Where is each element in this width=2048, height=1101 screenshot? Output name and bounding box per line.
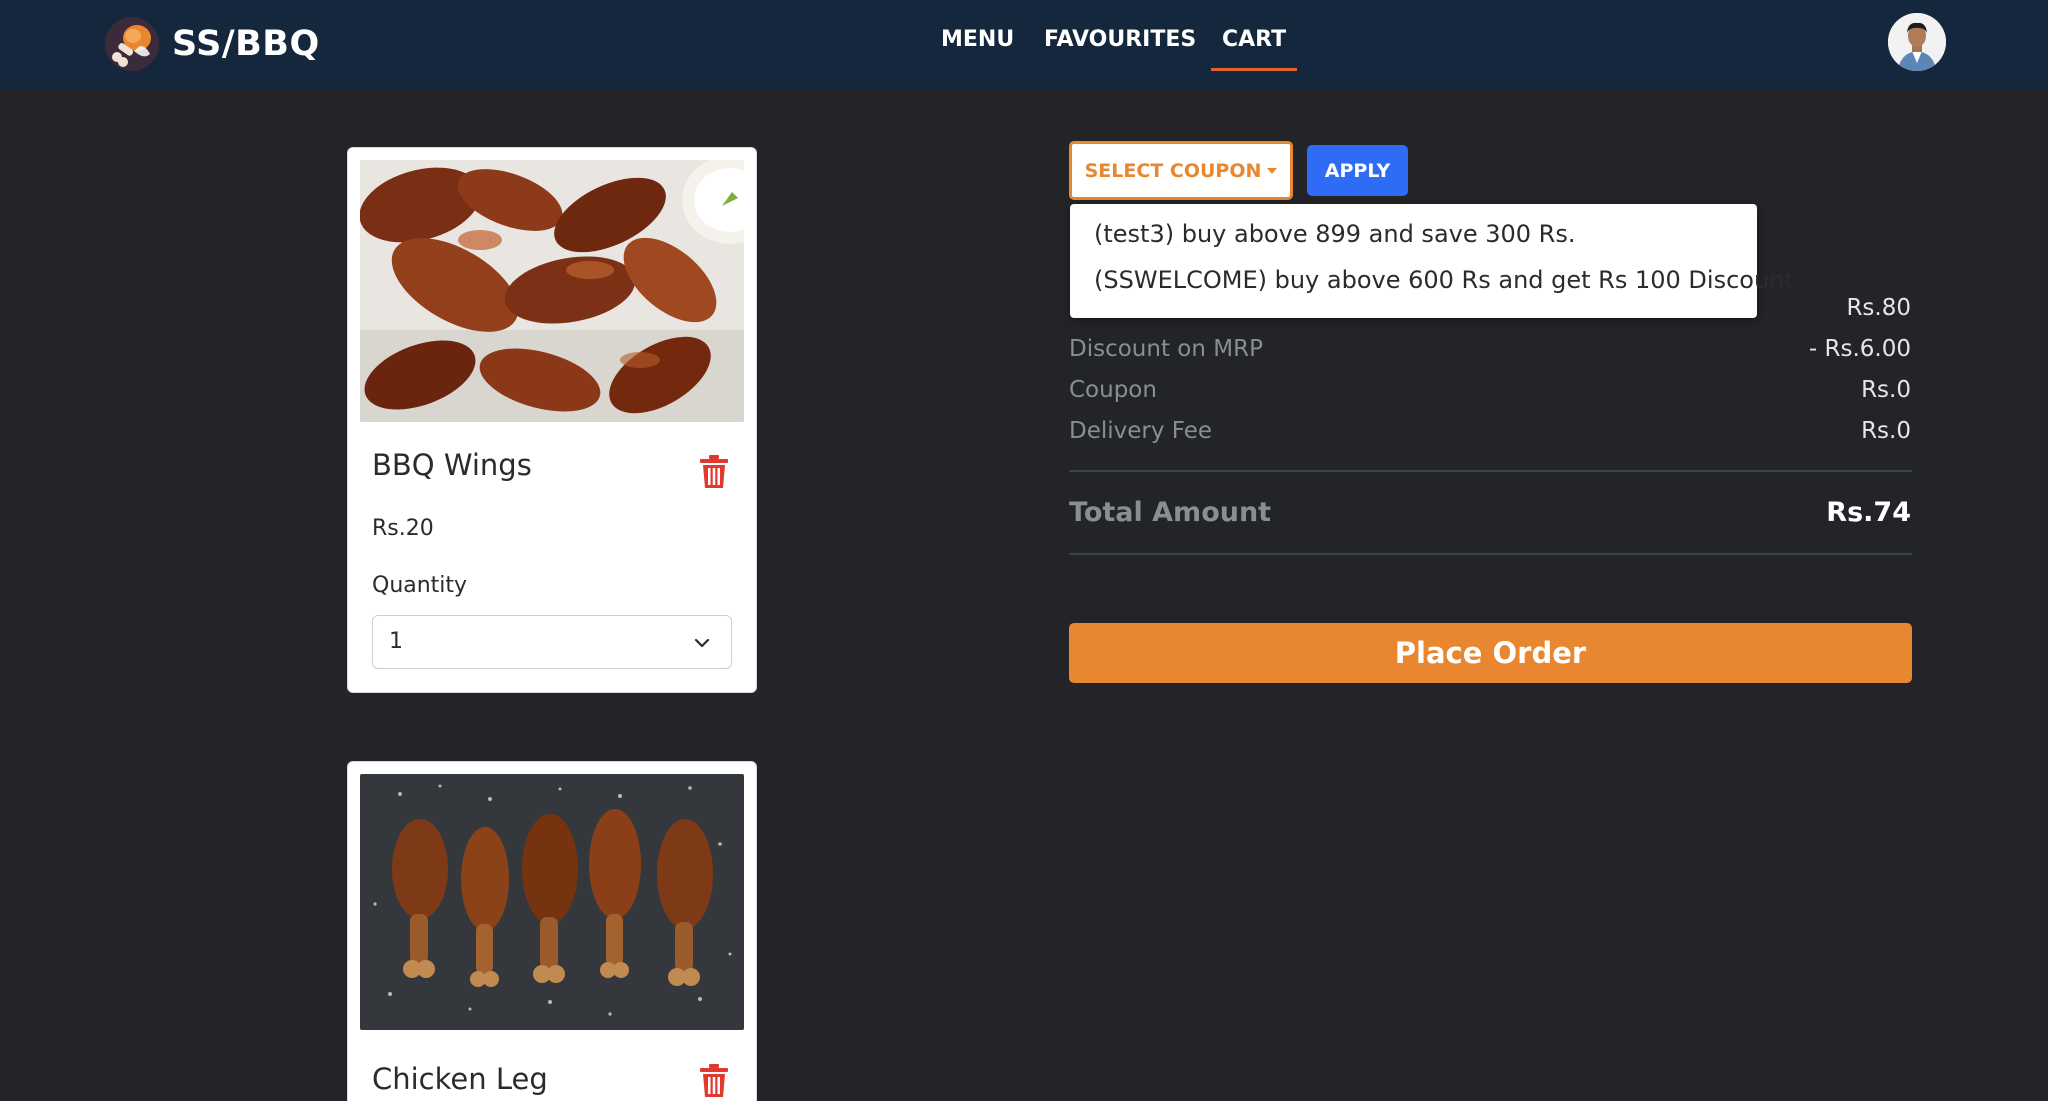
item-title: Chicken Leg [372,1062,548,1096]
coupon-dropdown-menu: (test3) buy above 899 and save 300 Rs. (… [1070,204,1794,318]
coupon-option[interactable]: (test3) buy above 899 and save 300 Rs. [1094,220,1576,248]
select-coupon-label: SELECT COUPON [1084,159,1262,182]
select-coupon-button[interactable]: SELECT COUPON [1069,141,1293,200]
item-image [360,774,744,1030]
chicken-leg-image [360,774,744,1030]
brand[interactable]: SS/BBQ [104,14,320,74]
bbq-wings-image [360,160,744,422]
caret-down-icon [1267,167,1278,174]
total-amount-value: Rs.74 [1826,497,1911,528]
nav-active-indicator [1211,68,1297,71]
item-image [360,160,744,422]
trash-icon[interactable] [700,455,728,489]
delivery-fee-label: Delivery Fee [1069,418,1213,444]
quantity-value: 1 [389,629,403,654]
quantity-select[interactable]: 1 [372,615,732,669]
delivery-fee-value: Rs.0 [1861,418,1911,444]
discount-value: - Rs.6.00 [1808,336,1911,362]
chicken-leg-logo-icon [105,17,159,71]
divider [1069,470,1912,472]
item-price: Rs.20 [372,516,434,541]
item-title: BBQ Wings [372,448,532,482]
nav-menu[interactable]: MENU [941,27,1014,52]
nav-cart[interactable]: CART [1222,27,1286,52]
cart-item-card: Chicken Leg [347,761,757,1101]
coupon-value: Rs.0 [1861,377,1911,403]
coupon-option[interactable]: (SSWELCOME) buy above 600 Rs and get Rs … [1094,266,1794,294]
apply-coupon-button[interactable]: APPLY [1307,145,1408,196]
divider [1069,553,1912,555]
avatar[interactable] [1888,13,1946,71]
coupon-label: Coupon [1069,377,1157,403]
chevron-down-icon [694,638,710,648]
brand-name: SS/BBQ [172,24,320,64]
quantity-label: Quantity [372,573,468,598]
user-avatar-icon [1888,13,1946,71]
cart-item-card: BBQ Wings Rs.20 Quantity 1 [347,147,757,693]
nav-favourites[interactable]: FAVOURITES [1044,27,1196,52]
total-amount-label: Total Amount [1069,497,1272,528]
trash-icon[interactable] [700,1064,728,1098]
mrp-value: Rs.80 [1846,295,1911,321]
discount-label: Discount on MRP [1069,336,1263,362]
place-order-button[interactable]: Place Order [1069,623,1912,683]
navbar: SS/BBQ MENU FAVOURITES CART [0,0,2048,90]
